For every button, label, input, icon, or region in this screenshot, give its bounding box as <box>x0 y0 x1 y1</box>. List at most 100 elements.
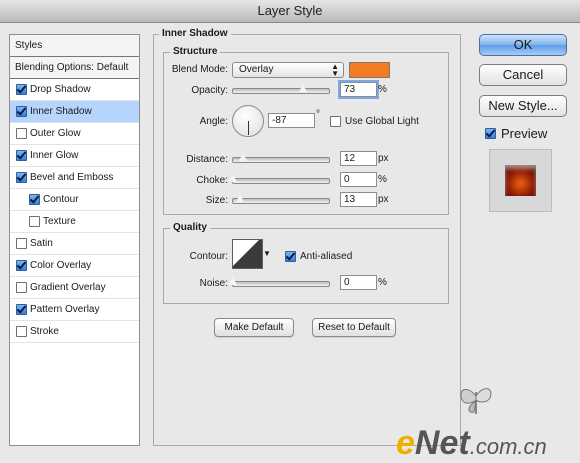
style-item[interactable]: Inner Shadow <box>10 101 139 123</box>
angle-label: Angle: <box>199 116 228 127</box>
distance-slider-thumb[interactable] <box>238 152 248 162</box>
opacity-input[interactable]: 73 <box>340 82 377 97</box>
style-item[interactable]: Color Overlay <box>10 255 139 277</box>
size-slider[interactable] <box>232 193 330 204</box>
style-item-checkbox[interactable] <box>16 238 27 249</box>
size-input[interactable]: 13 <box>340 192 377 207</box>
style-item-checkbox[interactable] <box>29 216 40 227</box>
angle-input[interactable]: -87 <box>268 113 315 128</box>
preview-checkbox[interactable] <box>485 128 496 139</box>
new-style-button[interactable]: New Style... <box>479 95 567 117</box>
angle-dial-hand <box>248 121 249 135</box>
distance-input[interactable]: 12 <box>340 151 377 166</box>
style-item-checkbox[interactable] <box>16 260 27 271</box>
choke-input[interactable]: 0 <box>340 172 377 187</box>
angle-unit: ° <box>316 109 320 120</box>
blend-mode-select[interactable]: Overlay ▲ ▼ <box>232 62 344 78</box>
style-item-label: Texture <box>43 216 76 227</box>
style-item[interactable]: Texture <box>10 211 139 233</box>
style-item-checkbox[interactable] <box>16 304 27 315</box>
opacity-slider-thumb[interactable] <box>298 83 309 93</box>
choke-unit: % <box>378 174 387 185</box>
style-item-checkbox[interactable] <box>16 172 27 183</box>
watermark-net: Net <box>414 424 470 462</box>
style-item-label: Inner Glow <box>30 150 79 161</box>
size-unit: px <box>378 194 389 205</box>
quality-group: Quality Contour: ▼ Anti-aliased Noise: 0… <box>163 222 449 304</box>
style-item-checkbox[interactable] <box>16 150 27 161</box>
style-item[interactable]: Outer Glow <box>10 123 139 145</box>
shadow-color-swatch[interactable] <box>349 62 390 78</box>
preview-swatch <box>505 165 536 196</box>
style-item-checkbox[interactable] <box>29 194 40 205</box>
contour-label: Contour: <box>189 251 228 262</box>
dialog-body: Styles Blending Options: Default Drop Sh… <box>0 23 580 462</box>
enet-watermark-logo: eNet.com.cn <box>396 388 547 463</box>
noise-unit: % <box>378 277 387 288</box>
style-item-label: Color Overlay <box>30 260 92 271</box>
noise-slider[interactable] <box>228 276 330 287</box>
opacity-slider[interactable] <box>232 83 330 94</box>
contour-dropdown-icon[interactable]: ▼ <box>263 249 271 258</box>
style-item[interactable]: Stroke <box>10 321 139 343</box>
select-arrows-icon: ▲ ▼ <box>331 62 339 78</box>
style-item-label: Satin <box>30 238 53 249</box>
blending-options[interactable]: Blending Options: Default <box>10 57 139 79</box>
choke-label: Choke: <box>196 175 228 186</box>
style-item-label: Contour <box>43 194 79 205</box>
quality-title: Quality <box>170 222 210 233</box>
style-item-label: Gradient Overlay <box>30 282 106 293</box>
style-item-label: Stroke <box>30 326 59 337</box>
structure-group: Structure Blend Mode: Overlay ▲ ▼ Opacity… <box>163 46 449 215</box>
style-item[interactable]: Gradient Overlay <box>10 277 139 299</box>
style-item-label: Inner Shadow <box>30 106 92 117</box>
style-item[interactable]: Satin <box>10 233 139 255</box>
choke-slider-thumb[interactable] <box>228 173 238 183</box>
inner-shadow-title: Inner Shadow <box>159 28 231 39</box>
style-item[interactable]: Inner Glow <box>10 145 139 167</box>
style-item-checkbox[interactable] <box>16 106 27 117</box>
style-item-label: Outer Glow <box>30 128 81 139</box>
style-item[interactable]: Bevel and Emboss <box>10 167 139 189</box>
blend-mode-value: Overlay <box>239 64 274 75</box>
noise-label: Noise: <box>199 278 228 289</box>
ok-button[interactable]: OK <box>479 34 567 56</box>
use-global-light-label: Use Global Light <box>345 116 419 127</box>
choke-slider[interactable] <box>228 173 330 184</box>
cancel-button[interactable]: Cancel <box>479 64 567 86</box>
distance-unit: px <box>378 153 389 164</box>
preview-label: Preview <box>501 126 548 141</box>
style-item-label: Pattern Overlay <box>30 304 100 315</box>
style-item-label: Bevel and Emboss <box>30 172 114 183</box>
noise-input[interactable]: 0 <box>340 275 377 290</box>
make-default-button[interactable]: Make Default <box>214 318 294 337</box>
opacity-unit: % <box>378 84 387 95</box>
size-label: Size: <box>205 195 228 206</box>
distance-label: Distance: <box>186 154 228 165</box>
styles-header[interactable]: Styles <box>10 35 139 57</box>
style-item-label: Drop Shadow <box>30 84 91 95</box>
style-item[interactable]: Pattern Overlay <box>10 299 139 321</box>
style-item[interactable]: Contour <box>10 189 139 211</box>
contour-picker[interactable] <box>232 239 263 269</box>
preview-toggle[interactable]: Preview <box>485 126 547 141</box>
distance-slider[interactable] <box>232 152 330 163</box>
noise-slider-thumb[interactable] <box>228 276 238 286</box>
style-item-checkbox[interactable] <box>16 84 27 95</box>
anti-aliased-checkbox[interactable] <box>285 251 296 262</box>
style-item-checkbox[interactable] <box>16 282 27 293</box>
style-item-checkbox[interactable] <box>16 128 27 139</box>
style-item-checkbox[interactable] <box>16 326 27 337</box>
structure-title: Structure <box>170 46 221 57</box>
angle-dial[interactable] <box>232 105 264 137</box>
reset-to-default-button[interactable]: Reset to Default <box>312 318 396 337</box>
watermark-e: e <box>396 424 415 462</box>
use-global-light-checkbox[interactable] <box>330 116 341 127</box>
opacity-label: Opacity: <box>191 85 228 96</box>
preview-thumbnail <box>489 149 552 212</box>
watermark-domain: .com.cn <box>469 434 547 459</box>
size-slider-thumb[interactable] <box>235 193 245 203</box>
style-item[interactable]: Drop Shadow <box>10 79 139 101</box>
blend-mode-label: Blend Mode: <box>171 64 228 75</box>
butterfly-icon <box>460 388 492 414</box>
